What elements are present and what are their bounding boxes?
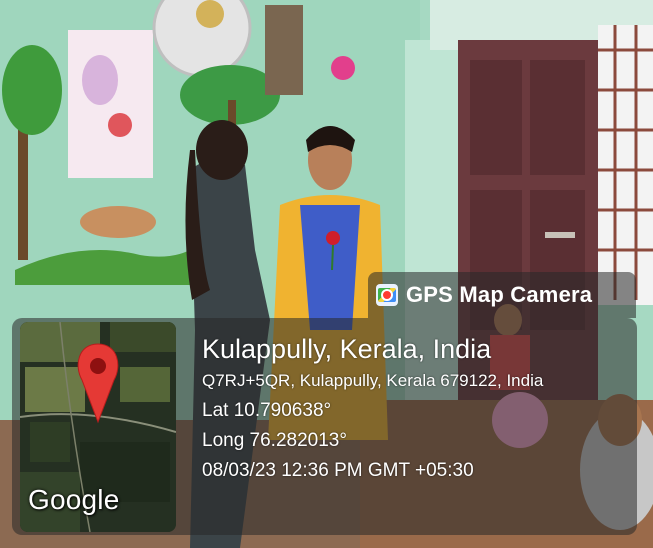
google-map-logo: Google: [28, 484, 120, 515]
gps-map-camera-tag: GPS Map Camera: [368, 272, 636, 318]
gps-map-camera-label: GPS Map Camera: [406, 282, 593, 307]
datetime-text: 08/03/23 12:36 PM GMT +05:30: [202, 460, 474, 481]
map-thumbnail: Google: [20, 322, 176, 532]
latitude-text: Lat 10.790638°: [202, 400, 332, 421]
location-info: Kulappully, Kerala, India Q7RJ+5QR, Kula…: [202, 332, 632, 486]
place-title: Kulappully, Kerala, India: [202, 334, 492, 364]
address-text: Q7RJ+5QR, Kulappully, Kerala 679122, Ind…: [202, 371, 544, 390]
longitude-text: Long 76.282013°: [202, 430, 347, 451]
gps-map-camera-logo-icon: [376, 284, 398, 306]
